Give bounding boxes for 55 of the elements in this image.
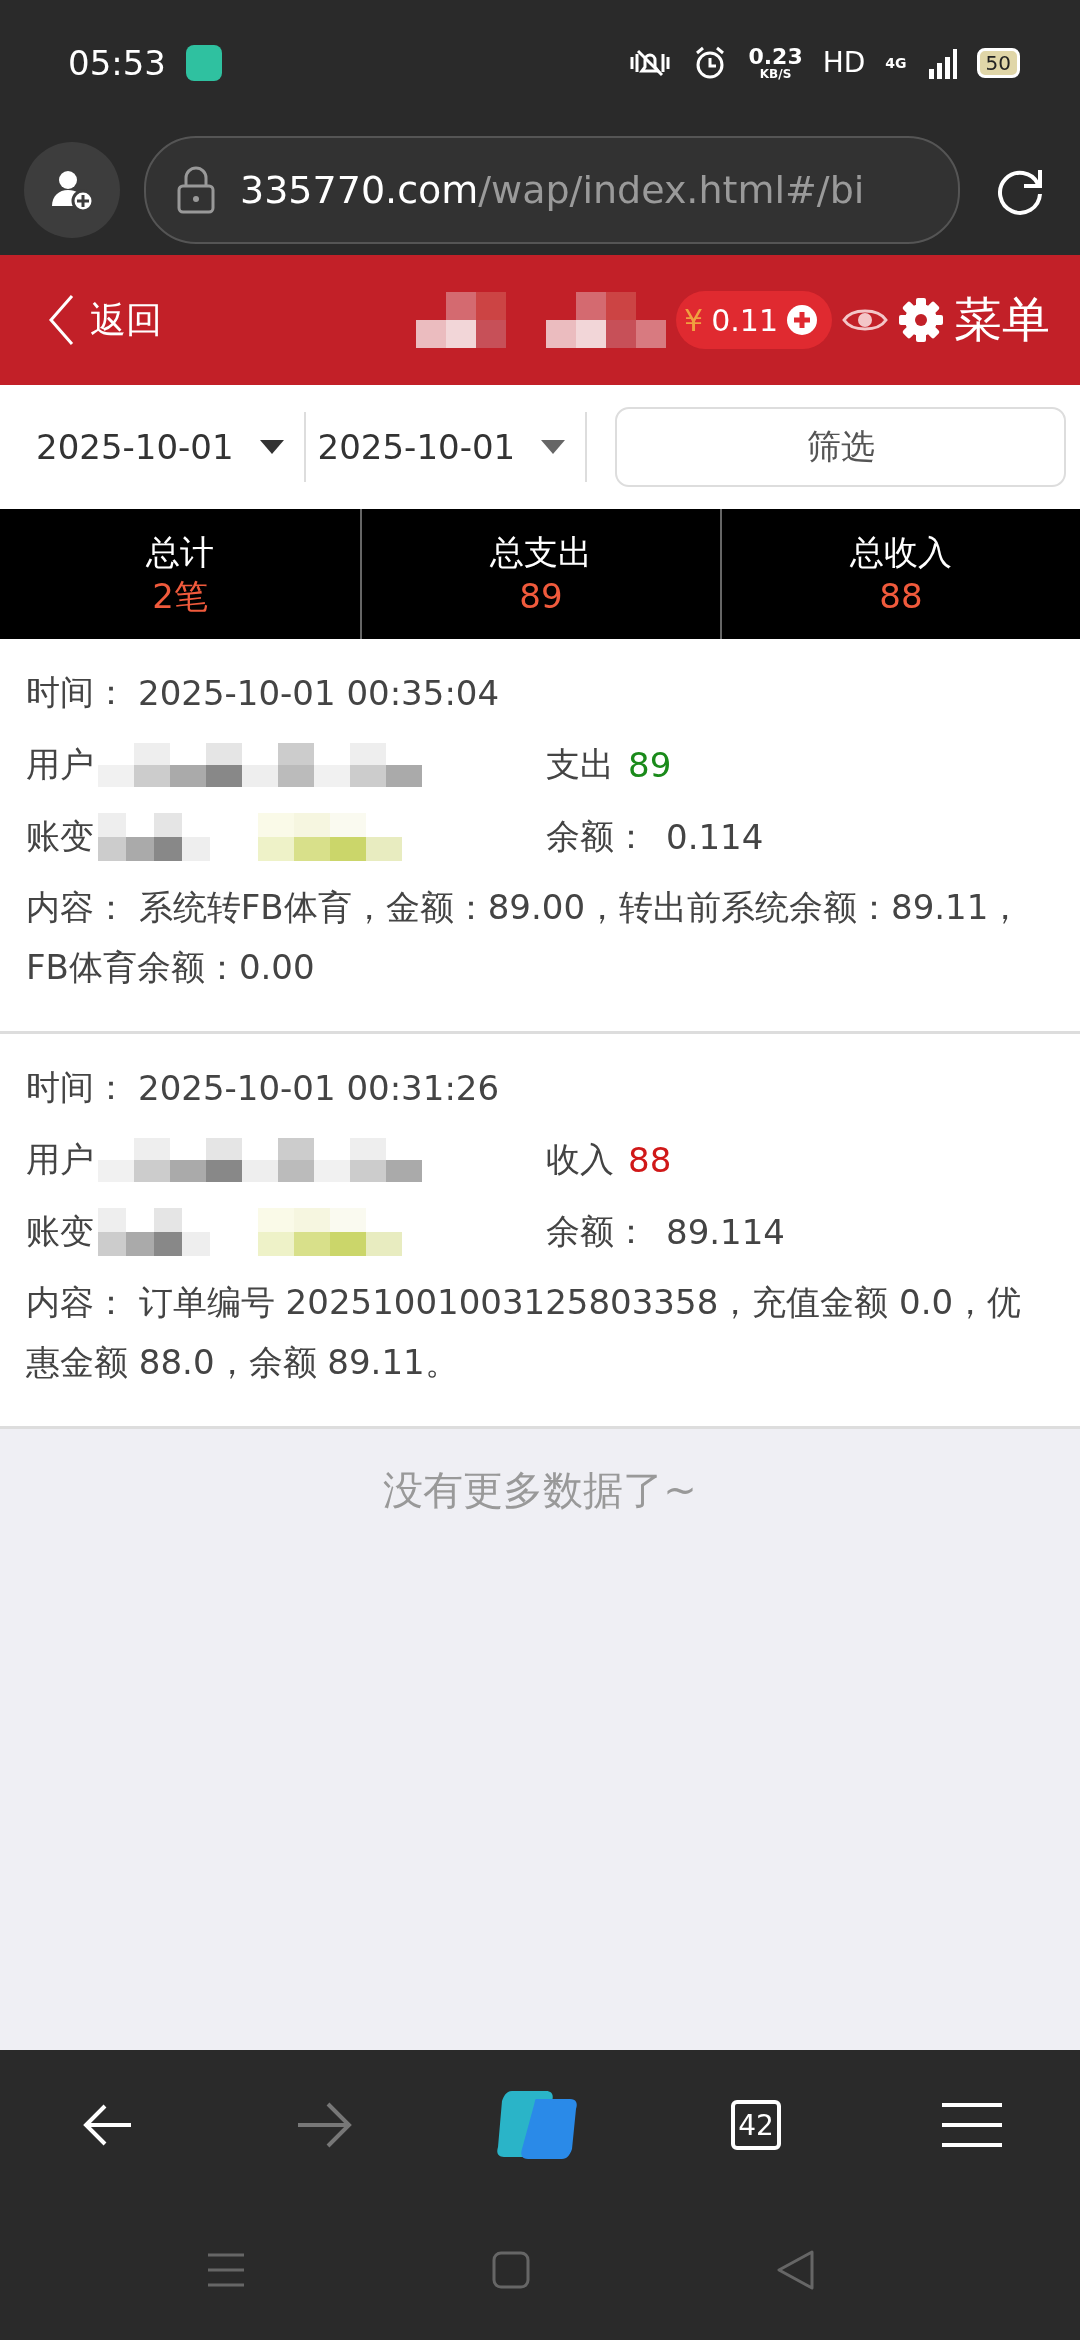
arrow-right-icon xyxy=(296,2101,352,2149)
summary-label: 总支出 xyxy=(490,531,592,574)
settings-icon xyxy=(898,297,944,343)
time-label: 时间： xyxy=(26,671,128,714)
change-label: 账变 xyxy=(26,1210,94,1253)
summary-label: 总收入 xyxy=(850,531,952,574)
start-date-select[interactable]: 2025-10-01 xyxy=(24,412,304,482)
content-text: 内容： 订单编号 20251001003125803358，充值金额 0.0，优惠金额 88.0，余额 89.11。 xyxy=(26,1281,1023,1384)
menu-icon xyxy=(206,2252,246,2288)
user-label: 用户 xyxy=(26,743,94,786)
dropdown-icon xyxy=(259,440,284,454)
add-icon[interactable] xyxy=(786,304,818,336)
square-icon xyxy=(492,2251,530,2289)
filter-button[interactable]: 筛选 xyxy=(615,407,1066,487)
balance-value: 89.114 xyxy=(666,1212,785,1252)
summary-value: 88 xyxy=(879,575,923,618)
url-text: 335770.com/wap/index.html#/bi xyxy=(240,168,865,212)
menu-icon xyxy=(940,2102,1004,2148)
amount-value: 88 xyxy=(628,1140,672,1180)
arrow-left-icon xyxy=(83,2103,133,2147)
no-more-data-text: 没有更多数据了~ xyxy=(383,1466,697,1515)
amount-label: 收入 xyxy=(546,1138,614,1181)
currency-symbol: ¥ xyxy=(684,302,704,338)
battery-indicator: 50 xyxy=(976,47,1020,78)
time-value: 2025-10-01 00:35:04 xyxy=(138,673,500,713)
change-label: 账变 xyxy=(26,815,94,858)
summary-value: 89 xyxy=(519,575,563,618)
time-value: 2025-10-01 00:31:26 xyxy=(138,1068,500,1108)
user-label: 用户 xyxy=(26,1138,94,1181)
back-button[interactable]: 返回 xyxy=(48,294,162,346)
tab-count-button[interactable]: 42 xyxy=(731,2100,781,2150)
content-text: 内容： 系统转FB体育，金额：89.00，转出前系统余额：89.11，FB体育余额：0.00 xyxy=(26,886,1024,989)
balance-label: 余额： xyxy=(546,815,648,858)
amount-label: 支出 xyxy=(546,743,614,786)
person-add-icon xyxy=(50,168,94,212)
notification-app-icon xyxy=(186,44,222,81)
summary-value: 2笔 xyxy=(152,575,208,618)
address-bar[interactable]: 335770.com/wap/index.html#/bi xyxy=(144,136,960,244)
amount-value: 89 xyxy=(628,745,672,785)
summary-label: 总计 xyxy=(146,531,214,574)
end-date-select[interactable]: 2025-10-01 xyxy=(305,412,586,482)
signal-icon xyxy=(926,46,957,79)
menu-button[interactable]: 菜单 xyxy=(898,288,1050,352)
balance-label: 余额： xyxy=(546,1210,648,1253)
hd-indicator: HD xyxy=(822,46,866,79)
network-speed: 0.23 KB/S xyxy=(748,45,803,80)
status-time: 05:53 xyxy=(68,42,166,83)
time-label: 时间： xyxy=(26,1066,128,1109)
triangle-left-icon xyxy=(776,2249,814,2291)
chevron-left-icon xyxy=(48,294,74,346)
dropdown-icon xyxy=(541,440,566,454)
balance-value: 0.11 xyxy=(711,302,778,338)
network-type: 4G xyxy=(885,54,907,71)
balance-value: 0.114 xyxy=(666,817,764,857)
lock-icon xyxy=(176,166,216,214)
